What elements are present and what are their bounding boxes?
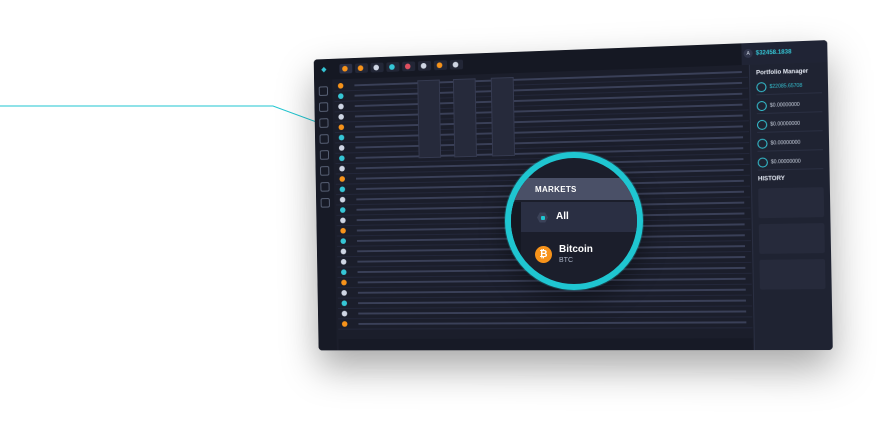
wallet-icon <box>756 100 767 112</box>
coin-icon <box>341 279 347 286</box>
coin-icon <box>338 113 344 120</box>
markets-icon[interactable] <box>318 102 329 112</box>
history-item[interactable] <box>758 187 825 219</box>
filter-dropdown[interactable] <box>417 79 442 159</box>
wallet-row[interactable]: $0.00000000 <box>757 135 823 152</box>
wallet-balance: $0.00000000 <box>770 158 801 166</box>
coin-icon <box>338 124 345 131</box>
coin-icon <box>341 300 348 307</box>
chart-icon[interactable] <box>319 150 330 160</box>
bitcoin-option-name[interactable]: Bitcoin <box>559 244 593 255</box>
coin-icon <box>404 63 411 70</box>
coin-icon <box>342 65 348 72</box>
avatar[interactable]: A <box>743 48 753 59</box>
coin-icon <box>339 186 346 193</box>
help-icon[interactable] <box>320 198 330 208</box>
pagination-bar[interactable] <box>338 338 753 351</box>
coin-icon <box>340 238 347 244</box>
coin-icon <box>340 227 346 234</box>
coin-icon <box>339 165 345 172</box>
wallet-row[interactable]: $0.00000000 <box>757 154 824 171</box>
portfolio-panel: Portfolio Manager $22085.65708 $0.000000… <box>748 62 833 351</box>
wallet-icon <box>756 82 767 93</box>
coin-icon <box>340 269 347 276</box>
ticker-item[interactable] <box>354 63 368 74</box>
coin-icon <box>338 145 345 151</box>
dashboard-icon[interactable] <box>318 86 328 96</box>
coin-icon <box>452 61 459 68</box>
ticker-item[interactable] <box>402 61 416 72</box>
coin-icon <box>357 65 364 72</box>
coin-icon <box>340 258 347 265</box>
ticker-item[interactable] <box>433 60 448 71</box>
ticker-item[interactable] <box>417 60 432 71</box>
bitcoin-icon: ₿ <box>535 246 552 263</box>
ticker-item[interactable] <box>370 62 384 73</box>
coin-icon <box>373 64 380 71</box>
app-logo-icon: ◆ <box>321 66 327 74</box>
row-placeholder <box>358 310 747 315</box>
app-screenshot-scene: ◆ A $32458.1838 Portfolio Manager $22085… <box>0 0 877 430</box>
markets-all-label[interactable]: All <box>556 211 569 222</box>
coin-icon <box>420 62 427 69</box>
account-balance: $32458.1838 <box>755 49 792 57</box>
wallet-row[interactable]: $0.00000000 <box>756 97 823 115</box>
row-placeholder <box>357 288 746 294</box>
coin-icon <box>339 176 346 182</box>
wallet-balance: $0.00000000 <box>770 139 801 147</box>
portfolio-total: $22085.65708 <box>769 82 803 90</box>
coin-icon <box>338 103 344 110</box>
coin-icon <box>340 217 346 224</box>
ticker-item[interactable] <box>449 59 464 70</box>
filter-dropdown[interactable] <box>452 78 477 158</box>
wallet-balance: $0.00000000 <box>770 120 801 128</box>
history-item[interactable] <box>758 223 825 254</box>
coin-icon <box>340 248 347 255</box>
account-panel[interactable]: A $32458.1838 <box>741 40 828 66</box>
portfolio-title: Portfolio Manager <box>756 68 809 77</box>
coin-icon <box>338 93 344 100</box>
coin-icon <box>337 82 344 89</box>
history-title: HISTORY <box>757 175 785 183</box>
filter-dropdown[interactable] <box>490 76 516 157</box>
portfolio-total-row[interactable]: $22085.65708 <box>756 78 822 96</box>
coin-icon <box>389 64 395 70</box>
ticker-item[interactable] <box>339 63 353 74</box>
left-sidebar <box>314 79 337 351</box>
wallet-icon <box>757 138 768 149</box>
wallet-row[interactable]: $0.00000000 <box>756 116 823 133</box>
ticker-item[interactable] <box>386 61 400 72</box>
row-placeholder <box>358 299 746 305</box>
wallet-icon <box>757 157 768 168</box>
settings-icon[interactable] <box>320 182 330 192</box>
coin-icon <box>339 207 346 213</box>
markets-all-option[interactable] <box>511 202 637 232</box>
magnifier-sidebar <box>511 202 521 284</box>
markets-title: MARKETS <box>535 185 577 194</box>
markets-magnifier: MARKETS All ₿ Bitcoin BTC <box>505 152 643 290</box>
coin-icon <box>341 321 348 327</box>
coin-icon <box>339 196 346 203</box>
wallet-icon <box>756 119 768 130</box>
coin-icon <box>339 155 345 162</box>
exchange-icon[interactable] <box>319 134 329 144</box>
wallet-icon[interactable] <box>319 118 329 128</box>
coin-icon <box>341 310 348 317</box>
all-markets-icon-center <box>540 215 545 220</box>
row-placeholder <box>358 321 747 325</box>
table-row[interactable] <box>338 317 753 330</box>
coin-icon <box>341 290 347 296</box>
wallet-balance: $0.00000000 <box>769 101 800 109</box>
coin-icon <box>436 62 443 69</box>
history-item[interactable] <box>759 259 826 290</box>
coin-icon <box>338 134 345 141</box>
news-icon[interactable] <box>320 166 330 176</box>
bitcoin-option-symbol: BTC <box>559 257 573 264</box>
